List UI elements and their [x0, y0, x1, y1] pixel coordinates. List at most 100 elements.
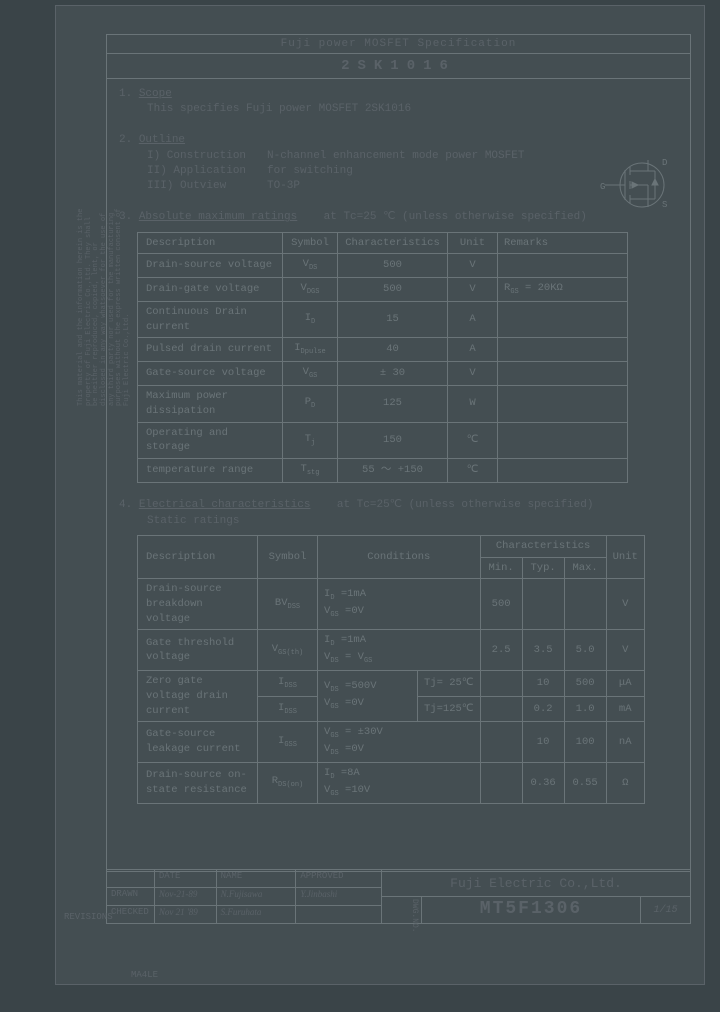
- form-code: MA4LE: [131, 970, 158, 980]
- cell: ℃: [448, 458, 498, 482]
- section-title: Scope: [139, 88, 172, 100]
- cell: Drain-gate voltage: [138, 278, 283, 302]
- cell: [498, 386, 628, 422]
- cell: ID =1mAVDS = VGS: [318, 630, 481, 671]
- th-typ: Typ.: [522, 557, 564, 579]
- cell: [522, 579, 564, 630]
- cell: A: [448, 301, 498, 337]
- th-conditions: Conditions: [318, 535, 481, 578]
- terminal-d: D: [662, 158, 667, 168]
- tb-checked-date: Nov 21 '89: [155, 906, 217, 924]
- cell: [480, 763, 522, 804]
- section-outline: 2. Outline I) ConstructionN-channel enha…: [119, 133, 678, 195]
- cell: Tj=125℃: [418, 696, 481, 722]
- section-condition: at Tc=25 ℃ (unless otherwise specified): [324, 211, 587, 223]
- cell: temperature range: [138, 458, 283, 482]
- electrical-table: Description Symbol Conditions Characteri…: [137, 535, 645, 804]
- th-characteristics: Characteristics: [480, 535, 606, 557]
- tb-header-date: DATE: [155, 870, 217, 887]
- title-block: DATE NAME APPROVED DRAWN Nov-21-89 N.Fuj…: [106, 869, 691, 924]
- section-electrical: 4. Electrical characteristics at Tc=25℃ …: [119, 498, 678, 804]
- th-symbol: Symbol: [258, 535, 318, 578]
- tb-header-approved: APPROVED: [296, 870, 381, 887]
- table-row: Maximum power dissipationPD125W: [138, 386, 628, 422]
- cell: V: [606, 630, 644, 671]
- cell: RDS(on): [258, 763, 318, 804]
- tb-checked-label: CHECKED: [107, 906, 155, 924]
- th-symbol: Symbol: [283, 232, 338, 254]
- cell: 500: [338, 278, 448, 302]
- cell: Zero gate voltage drain current: [138, 671, 258, 722]
- table-row: temperature rangeTstg55 ～ +150℃: [138, 458, 628, 482]
- cell: ID: [283, 301, 338, 337]
- table-row: Pulsed drain currentIDpulse40A: [138, 338, 628, 362]
- cell: Drain-source voltage: [138, 254, 283, 278]
- section-abs-max: 3. Absolute maximum ratings at Tc=25 ℃ (…: [119, 210, 678, 483]
- section-number: 4.: [119, 498, 132, 513]
- revisions-label: REVISIONS: [64, 912, 113, 922]
- cell: VGS: [283, 362, 338, 386]
- th-min: Min.: [480, 557, 522, 579]
- cell: mA: [606, 696, 644, 722]
- part-number: 2SK1016: [107, 54, 690, 79]
- cell: VGS = ±30VVDS =0V: [318, 722, 481, 763]
- tb-blank: [107, 870, 155, 887]
- table-header-row: Description Symbol Characteristics Unit …: [138, 232, 628, 254]
- tb-drawn-label: DRAWN: [107, 888, 155, 905]
- cell: [564, 579, 606, 630]
- cell: 100: [564, 722, 606, 763]
- cell: 55 ～ +150: [338, 458, 448, 482]
- table-row: Operating and storageTj150℃: [138, 422, 628, 458]
- cell: [498, 422, 628, 458]
- th-remarks: Remarks: [498, 232, 628, 254]
- table-row: Drain-source voltageVDS500V: [138, 254, 628, 278]
- approval-grid: DATE NAME APPROVED DRAWN Nov-21-89 N.Fuj…: [107, 870, 382, 923]
- tb-header-name: NAME: [217, 870, 297, 887]
- cell: Ω: [606, 763, 644, 804]
- terminal-s: S: [662, 200, 667, 210]
- cell: [480, 722, 522, 763]
- cell: ID =8AVGS =10V: [318, 763, 481, 804]
- outline-label: III) Outview: [147, 179, 267, 194]
- section-title: Electrical characteristics: [139, 499, 311, 511]
- cell: Pulsed drain current: [138, 338, 283, 362]
- table-row: Gate threshold voltageVGS(th)ID =1mAVDS …: [138, 630, 645, 671]
- th-unit: Unit: [606, 535, 644, 578]
- cell: ID =1mAVGS =0V: [318, 579, 481, 630]
- cell: PD: [283, 386, 338, 422]
- cell: [498, 362, 628, 386]
- outline-rows: I) ConstructionN-channel enhancement mod…: [147, 149, 678, 195]
- datasheet-page: This material and the information herein…: [55, 5, 705, 985]
- table-header-row: Description Symbol Conditions Characteri…: [138, 535, 645, 557]
- cell: VDGS: [283, 278, 338, 302]
- cell: 0.55: [564, 763, 606, 804]
- tb-drawn-date: Nov-21-89: [155, 888, 217, 905]
- th-characteristics: Characteristics: [338, 232, 448, 254]
- cell: Tj= 25℃: [418, 671, 481, 697]
- section-title: Outline: [139, 134, 185, 146]
- cell: Drain-source breakdown voltage: [138, 579, 258, 630]
- cell: 0.2: [522, 696, 564, 722]
- cell: nA: [606, 722, 644, 763]
- cell: IDSS: [258, 671, 318, 697]
- section-title: Absolute maximum ratings: [139, 211, 297, 223]
- cell: VDS =500VVGS =0V: [318, 671, 418, 722]
- cell: [498, 338, 628, 362]
- cell: 2.5: [480, 630, 522, 671]
- cell: [498, 458, 628, 482]
- cell: 0.36: [522, 763, 564, 804]
- cell: V: [606, 579, 644, 630]
- table-row: Continuous Drain currentID15A: [138, 301, 628, 337]
- cell: Tj: [283, 422, 338, 458]
- cell: [498, 301, 628, 337]
- cell: 500: [480, 579, 522, 630]
- dwg-no-label: DWG.NO.: [382, 897, 422, 923]
- cell: 15: [338, 301, 448, 337]
- section-number: 1.: [119, 87, 132, 102]
- table-row: Gate-source voltageVGS± 30V: [138, 362, 628, 386]
- cell: [480, 671, 522, 697]
- cell: 500: [564, 671, 606, 697]
- cell: W: [448, 386, 498, 422]
- cell: IGSS: [258, 722, 318, 763]
- section-scope: 1. Scope This specifies Fuji power MOSFE…: [119, 87, 678, 118]
